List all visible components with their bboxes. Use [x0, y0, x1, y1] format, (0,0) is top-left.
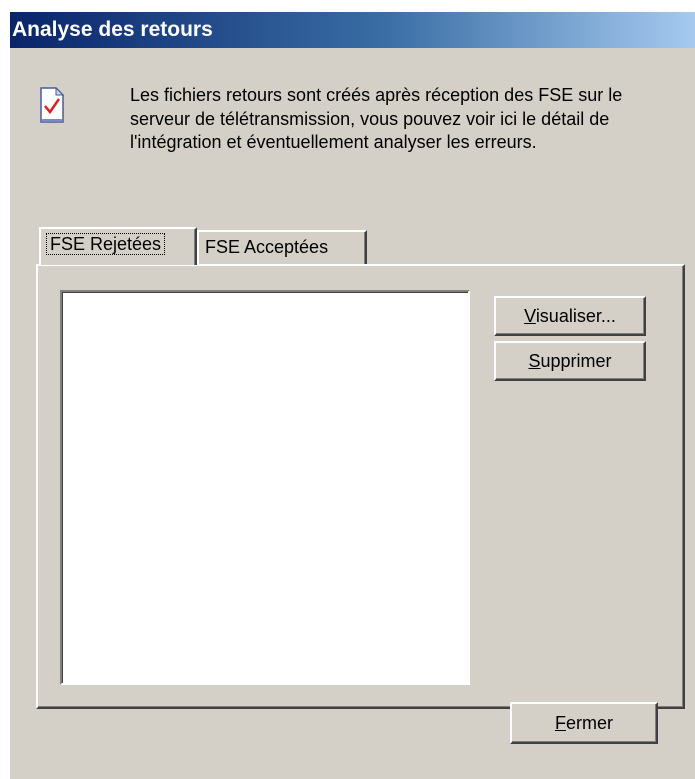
info-text: Les fichiers retours sont créés après ré…	[130, 85, 623, 152]
mnemonic-f: F	[554, 713, 566, 733]
title-bar[interactable]: Analyse des retours	[10, 12, 695, 48]
fermer-button[interactable]: Fermer	[510, 702, 658, 744]
rejected-fse-list[interactable]	[60, 290, 470, 685]
tab-label: FSE Acceptées	[205, 237, 329, 257]
mnemonic-v: V	[524, 306, 536, 326]
document-check-icon	[40, 86, 65, 123]
fermer-label: ermer	[565, 713, 613, 733]
mnemonic-s: S	[528, 351, 541, 371]
window-title: Analyse des retours	[12, 18, 213, 41]
visualiser-button[interactable]: Visualiser...	[494, 296, 646, 336]
visualiser-label: isualiser...	[535, 306, 616, 326]
tab-label: FSE Rejetées	[45, 233, 166, 255]
supprimer-button[interactable]: Supprimer	[494, 341, 646, 381]
tab-fse-rejetees[interactable]: FSE Rejetées	[39, 227, 197, 265]
supprimer-label: upprimer	[540, 351, 612, 371]
tab-fse-acceptees[interactable]: FSE Acceptées	[197, 230, 367, 264]
